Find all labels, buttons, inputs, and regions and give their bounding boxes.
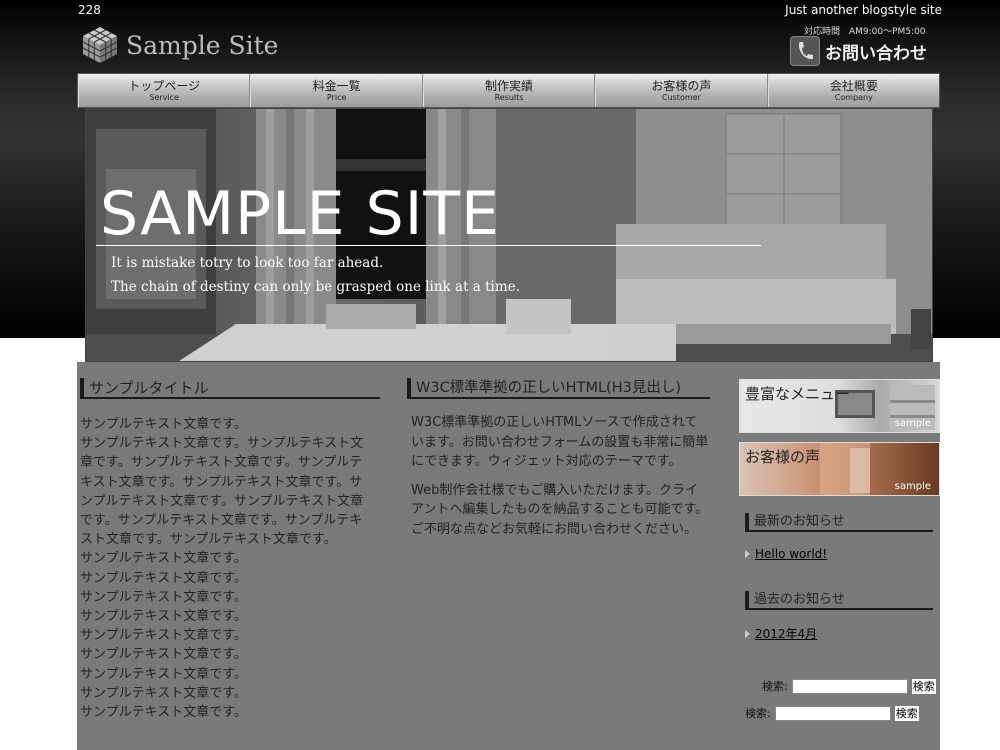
nav-item-company[interactable]: 会社概要 Company bbox=[767, 74, 939, 107]
arrow-icon bbox=[745, 629, 750, 638]
nav-item-service[interactable]: トップページ Service bbox=[78, 74, 251, 107]
site-tagline: Just another blogstyle site bbox=[785, 3, 942, 17]
news-item-link[interactable]: Hello world! bbox=[745, 547, 940, 561]
text-line: サンプルテキスト文章です。 bbox=[80, 609, 247, 625]
search-label: 検索: bbox=[745, 707, 771, 720]
cube-logo-icon bbox=[80, 25, 120, 65]
nav-label: トップページ bbox=[128, 78, 201, 93]
nav-label: 料金一覧 bbox=[312, 78, 361, 93]
banner-sample-label: sample bbox=[894, 481, 931, 492]
nav-sublabel: Customer bbox=[661, 92, 701, 102]
site-logo[interactable]: Sample Site bbox=[80, 24, 278, 66]
search-input[interactable] bbox=[791, 678, 908, 694]
sidebar: 豊富なメニュー sample お客様の声 sample 最新のお知らせ Hell… bbox=[739, 379, 940, 642]
search-label: 検索: bbox=[762, 680, 788, 693]
text-line: 章です。サンプルテキスト文章です。サンプルテ bbox=[80, 455, 363, 471]
search-button[interactable]: 検索 bbox=[894, 705, 919, 721]
text-line: スト文章です。サンプルテキスト文章です。 bbox=[80, 532, 337, 548]
nav-item-customer[interactable]: お客様の声 Customer bbox=[595, 74, 768, 107]
paragraph: W3C標準準拠の正しいHTMLソースで作成されています。お問い合わせフォームの設… bbox=[411, 415, 709, 469]
page-id: 228 bbox=[78, 3, 101, 17]
archive-item-label: 2012年4月 bbox=[755, 627, 818, 641]
search-form: 検索: 検索 bbox=[762, 678, 936, 694]
nav-sublabel: Price bbox=[326, 92, 347, 102]
nav-item-results[interactable]: 制作実績 Results bbox=[422, 74, 596, 107]
arrow-icon bbox=[745, 550, 750, 558]
archive-item-link[interactable]: 2012年4月 bbox=[745, 625, 940, 642]
phone-icon bbox=[790, 36, 820, 66]
nav-label: 会社概要 bbox=[829, 78, 878, 93]
search-button[interactable]: 検索 bbox=[911, 678, 936, 694]
banner-title: お客様の声 bbox=[745, 448, 821, 466]
hero-divider bbox=[96, 245, 761, 246]
section-title: サンプルタイトル bbox=[80, 378, 380, 399]
site-title: Sample Site bbox=[126, 30, 279, 60]
hero-quote-line2: The chain of destiny can only be grasped… bbox=[111, 279, 520, 295]
contact-label: お問い合わせ bbox=[825, 43, 927, 64]
archive-heading: 過去のお知らせ bbox=[745, 591, 933, 610]
nav-label: お客様の声 bbox=[651, 78, 712, 93]
customer-voice-banner[interactable]: お客様の声 sample bbox=[739, 442, 940, 496]
banner-sample-label: sample bbox=[894, 418, 931, 429]
section-text: サンプルテキスト文章です。 サンプルテキスト文章です。サンプルテキスト文 章です… bbox=[80, 415, 380, 722]
banner-title: 豊富なメニュー bbox=[745, 385, 851, 403]
menu-banner[interactable]: 豊富なメニュー sample bbox=[739, 379, 940, 433]
text-line: サンプルテキスト文章です。 bbox=[80, 628, 247, 644]
content-column-middle: W3C標準準拠の正しいHTML(H3見出し) W3C標準準拠の正しいHTMLソー… bbox=[407, 378, 710, 539]
text-line: です。サンプルテキスト文章です。サンプルテキ bbox=[80, 513, 363, 529]
text-line: サンプルテキスト文章です。 bbox=[80, 551, 247, 567]
news-heading: 最新のお知らせ bbox=[745, 513, 933, 532]
text-line: サンプルテキスト文章です。 bbox=[80, 417, 247, 432]
text-line: サンプルテキスト文章です。 bbox=[80, 666, 247, 682]
section-title: W3C標準準拠の正しいHTML(H3見出し) bbox=[407, 378, 710, 399]
search-form-secondary: 検索: 検索 bbox=[745, 705, 919, 721]
text-line: サンプルテキスト文章です。 bbox=[80, 570, 247, 586]
text-line: ンプルテキスト文章です。サンプルテキスト文章 bbox=[80, 493, 364, 509]
hero-title: SAMPLE SITE bbox=[100, 179, 500, 249]
hero-banner: SAMPLE SITE It is mistake totry to look … bbox=[85, 108, 933, 362]
nav-sublabel: Results bbox=[494, 92, 524, 102]
nav-item-price[interactable]: 料金一覧 Price bbox=[250, 74, 423, 107]
main-navigation: トップページ Service 料金一覧 Price 制作実績 Results お… bbox=[77, 73, 940, 108]
text-line: サンプルテキスト文章です。 bbox=[80, 705, 247, 721]
content-column-left: サンプルタイトル サンプルテキスト文章です。 サンプルテキスト文章です。サンプル… bbox=[80, 378, 380, 722]
nav-label: 制作実績 bbox=[485, 78, 534, 93]
hero-quote-line1: It is mistake totry to look too far ahea… bbox=[111, 255, 384, 271]
news-item-label: Hello world! bbox=[755, 547, 828, 561]
paragraph: Web制作会社様でもご購入いただけます。クライアントへ編集したものを納品すること… bbox=[411, 482, 709, 537]
text-line: サンプルテキスト文章です。サンプルテキスト文 bbox=[80, 436, 364, 452]
text-line: サンプルテキスト文章です。 bbox=[80, 685, 247, 701]
search-input[interactable] bbox=[774, 705, 891, 721]
text-line: キスト文章です。サンプルテキスト文章です。サ bbox=[80, 474, 363, 490]
nav-sublabel: Service bbox=[149, 92, 179, 102]
nav-sublabel: Company bbox=[834, 92, 873, 102]
text-line: サンプルテキスト文章です。 bbox=[80, 589, 247, 605]
text-line: サンプルテキスト文章です。 bbox=[80, 647, 247, 663]
contact-button[interactable]: お問い合わせ bbox=[790, 36, 927, 66]
